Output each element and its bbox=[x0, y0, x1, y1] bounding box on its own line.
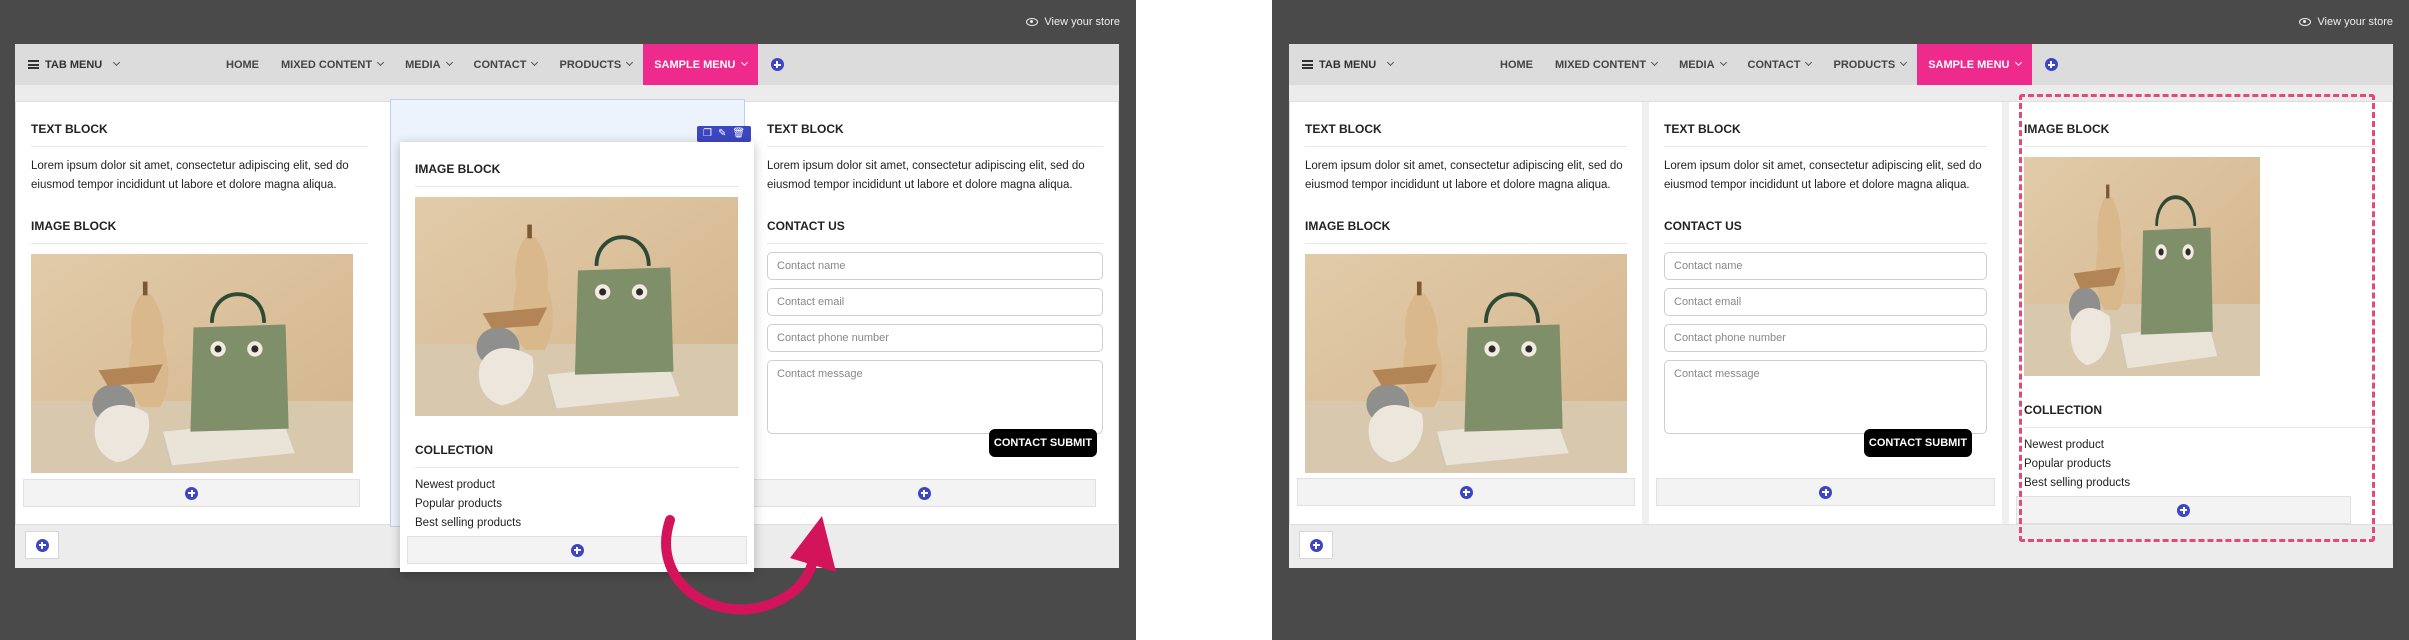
contact-submit-button[interactable]: CONTACT SUBMIT bbox=[1864, 429, 1972, 457]
add-circle-icon bbox=[917, 486, 931, 500]
text-block-body: Lorem ipsum dolor sit amet, consectetur … bbox=[767, 160, 1085, 191]
hamburger-icon bbox=[1302, 60, 1313, 69]
column-3: TEXT BLOCK Lorem ipsum dolor sit amet, c… bbox=[752, 102, 1118, 524]
contact-message-input[interactable]: Contact message bbox=[1664, 360, 1987, 434]
add-block-button[interactable] bbox=[1656, 478, 1995, 506]
drop-highlight bbox=[2019, 94, 2375, 542]
chevron-down-icon bbox=[113, 58, 121, 67]
nav-media[interactable]: MEDIA bbox=[394, 44, 462, 85]
chevron-down-icon bbox=[377, 58, 385, 67]
nav-products[interactable]: PRODUCTS bbox=[1822, 44, 1917, 85]
add-block-button[interactable] bbox=[1297, 478, 1635, 506]
add-circle-icon bbox=[1459, 485, 1473, 499]
nav-contact[interactable]: CONTACT bbox=[463, 44, 549, 85]
add-circle-icon bbox=[1309, 538, 1323, 552]
eye-icon bbox=[1026, 18, 1039, 26]
contact-name-input[interactable]: Contact name bbox=[1664, 252, 1987, 280]
add-circle-icon bbox=[185, 486, 198, 500]
add-circle-icon bbox=[1819, 485, 1832, 499]
curved-arrow-icon bbox=[661, 515, 836, 615]
chevron-down-icon bbox=[1387, 58, 1395, 67]
view-store-link[interactable]: View your store bbox=[2299, 16, 2393, 28]
chevron-down-icon bbox=[2014, 58, 2022, 67]
nav-home[interactable]: HOME bbox=[215, 44, 270, 85]
column-1: TEXT BLOCK Lorem ipsum dolor sit amet, c… bbox=[1290, 102, 1642, 524]
menu-bar: TAB MENU HOME MIXED CONTENT MEDIA CONTAC… bbox=[15, 44, 1119, 85]
tab-menu-button[interactable]: TAB MENU bbox=[28, 44, 121, 85]
contact-name-input[interactable]: Contact name bbox=[767, 252, 1103, 280]
contact-block-title: CONTACT US bbox=[1664, 219, 1987, 244]
chevron-down-icon bbox=[626, 58, 634, 67]
contact-phone-input[interactable]: Contact phone number bbox=[1664, 324, 1987, 352]
product-photo bbox=[31, 254, 353, 473]
nav-sample-menu[interactable]: SAMPLE MENU bbox=[643, 44, 758, 85]
chevron-down-icon bbox=[445, 58, 453, 67]
contact-submit-button[interactable]: CONTACT SUBMIT bbox=[989, 429, 1097, 457]
editor-panel-before: View your store TAB MENU HOME MIXED CONT… bbox=[0, 0, 1136, 640]
product-image bbox=[415, 197, 739, 421]
chevron-down-icon bbox=[1805, 58, 1813, 67]
editor-panel-after: View your store TAB MENU HOME MIXED CONT… bbox=[1272, 0, 2409, 640]
main-nav: HOME MIXED CONTENT MEDIA CONTACT PRODUCT… bbox=[215, 44, 784, 85]
nav-home[interactable]: HOME bbox=[1489, 44, 1544, 85]
column-2: TEXT BLOCK Lorem ipsum dolor sit amet, c… bbox=[1642, 102, 2002, 524]
nav-products[interactable]: PRODUCTS bbox=[548, 44, 643, 85]
text-block-body: Lorem ipsum dolor sit amet, consectetur … bbox=[1305, 160, 1623, 191]
column-1: TEXT BLOCK Lorem ipsum dolor sit amet, c… bbox=[16, 102, 383, 524]
add-block-button[interactable] bbox=[23, 479, 360, 507]
contact-email-input[interactable]: Contact email bbox=[1664, 288, 1987, 316]
add-circle-icon bbox=[570, 543, 584, 557]
eye-icon bbox=[2299, 18, 2312, 26]
add-menu-item-button[interactable] bbox=[758, 44, 784, 85]
image-block-title: IMAGE BLOCK bbox=[31, 219, 368, 244]
nav-mixed-content[interactable]: MIXED CONTENT bbox=[1544, 44, 1668, 85]
contact-phone-input[interactable]: Contact phone number bbox=[767, 324, 1103, 352]
text-block-title: TEXT BLOCK bbox=[1305, 122, 1627, 147]
edit-icon[interactable]: ✎ bbox=[718, 129, 726, 139]
main-nav: HOME MIXED CONTENT MEDIA CONTACT PRODUCT… bbox=[1489, 44, 2058, 85]
trash-icon[interactable]: 🗑 bbox=[732, 129, 745, 139]
contact-email-input[interactable]: Contact email bbox=[767, 288, 1103, 316]
add-menu-item-button[interactable] bbox=[2032, 44, 2058, 85]
contact-message-input[interactable]: Contact message bbox=[767, 360, 1103, 434]
text-block-title: TEXT BLOCK bbox=[767, 122, 1103, 147]
text-block-title: TEXT BLOCK bbox=[1664, 122, 1987, 147]
image-block-title: IMAGE BLOCK bbox=[1305, 219, 1627, 244]
collection-title: COLLECTION bbox=[415, 443, 739, 468]
chevron-down-icon bbox=[1900, 58, 1908, 67]
chevron-down-icon bbox=[1651, 58, 1659, 67]
text-block-body: Lorem ipsum dolor sit amet, consectetur … bbox=[1664, 160, 1982, 191]
hamburger-icon bbox=[28, 60, 39, 69]
image-block-title: IMAGE BLOCK bbox=[415, 162, 739, 187]
product-photo bbox=[1305, 254, 1627, 473]
duplicate-icon[interactable]: ❐ bbox=[703, 129, 712, 139]
nav-mixed-content[interactable]: MIXED CONTENT bbox=[270, 44, 394, 85]
product-image bbox=[31, 254, 368, 478]
nav-media[interactable]: MEDIA bbox=[1668, 44, 1736, 85]
nav-sample-menu[interactable]: SAMPLE MENU bbox=[1917, 44, 2032, 85]
block-toolbar: ❐ ✎ 🗑 bbox=[697, 126, 752, 142]
add-circle-icon bbox=[2044, 58, 2058, 71]
menu-bar: TAB MENU HOME MIXED CONTENT MEDIA CONTAC… bbox=[1289, 44, 2393, 85]
add-section-button[interactable] bbox=[1299, 531, 1333, 559]
add-circle-icon bbox=[770, 58, 784, 71]
nav-contact[interactable]: CONTACT bbox=[1737, 44, 1823, 85]
chevron-down-icon bbox=[531, 58, 539, 67]
chevron-down-icon bbox=[1719, 58, 1727, 67]
tab-menu-button[interactable]: TAB MENU bbox=[1302, 44, 1395, 85]
view-store-link[interactable]: View your store bbox=[1026, 16, 1120, 28]
contact-block-title: CONTACT US bbox=[767, 219, 1103, 244]
collection-item[interactable]: Newest product bbox=[415, 476, 739, 495]
product-image bbox=[1305, 254, 1627, 478]
chevron-down-icon bbox=[740, 58, 748, 67]
add-section-button[interactable] bbox=[25, 531, 59, 559]
text-block-body: Lorem ipsum dolor sit amet, consectetur … bbox=[31, 160, 349, 191]
product-photo bbox=[415, 197, 738, 416]
add-circle-icon bbox=[35, 538, 49, 552]
text-block-title: TEXT BLOCK bbox=[31, 122, 368, 147]
